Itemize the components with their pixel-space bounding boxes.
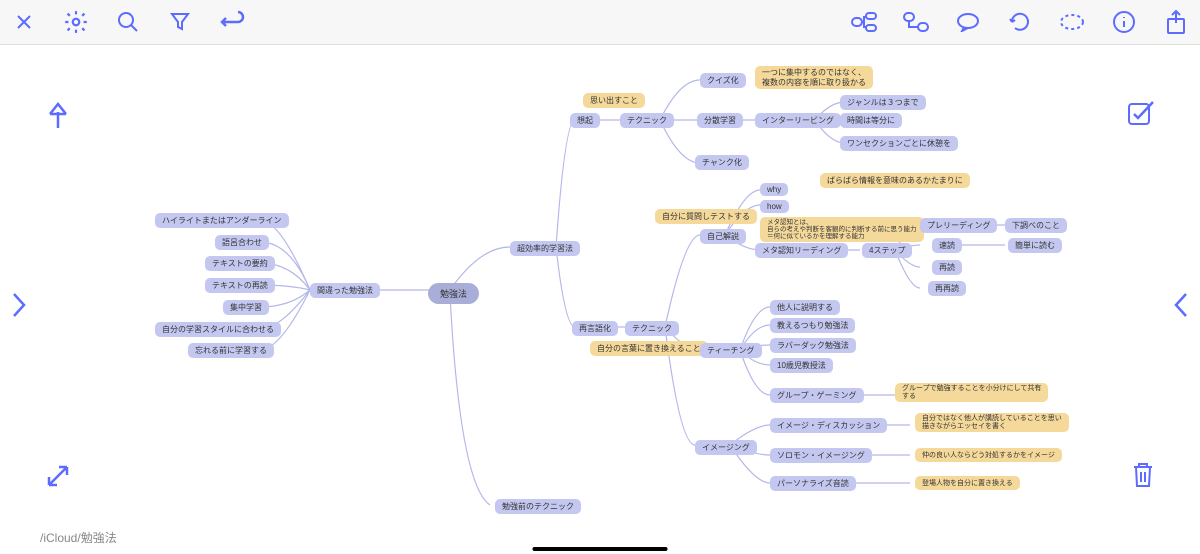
node[interactable]: ジャンルは３つまで xyxy=(840,95,926,110)
root-node[interactable]: 勉強法 xyxy=(428,283,479,304)
search-icon[interactable] xyxy=(112,6,144,38)
node[interactable]: 下調べのこと xyxy=(1005,218,1067,233)
node[interactable]: why xyxy=(760,183,788,196)
refresh-icon[interactable] xyxy=(1004,6,1036,38)
node[interactable]: ハイライトまたはアンダーライン xyxy=(155,213,289,228)
up-arrow-icon[interactable] xyxy=(45,100,71,135)
node[interactable]: 再読 xyxy=(932,260,962,275)
node[interactable]: ティーチング xyxy=(700,343,762,358)
node[interactable]: 4ステップ xyxy=(862,243,912,258)
note[interactable]: メタ認知とは、 自らの考えや判断を客観的に判断する前に思う能力 ＝何に似ているか… xyxy=(760,217,924,242)
node[interactable]: テクニック xyxy=(625,321,679,336)
node[interactable]: 超効率的学習法 xyxy=(510,241,580,256)
node[interactable]: パーソナライズ音読 xyxy=(770,476,856,491)
node[interactable]: ワンセクションごとに休憩を xyxy=(840,136,958,151)
toolbar xyxy=(0,0,1200,45)
node[interactable]: 速読 xyxy=(932,238,962,253)
note[interactable]: 自分ではなく他人が講読していることを思い 描きながらエッセイを書く xyxy=(915,413,1069,432)
note[interactable]: 自分の言葉に置き換えること xyxy=(590,341,708,356)
node[interactable]: イメージ・ディスカッション xyxy=(770,418,887,433)
prev-icon[interactable] xyxy=(1172,290,1190,325)
note[interactable]: グループで勉強することを小分けにして共有 する xyxy=(895,383,1048,402)
close-icon[interactable] xyxy=(8,6,40,38)
trash-icon[interactable] xyxy=(1131,461,1155,494)
node[interactable]: 他人に説明する xyxy=(770,300,840,315)
node[interactable]: 語呂合わせ xyxy=(215,235,269,250)
node[interactable]: テクニック xyxy=(620,113,674,128)
note[interactable]: 登場人物を自分に置き換える xyxy=(915,476,1020,490)
canvas[interactable]: 勉強法 間違った勉強法 ハイライトまたはアンダーライン 語呂合わせ テキストの要… xyxy=(0,45,1200,554)
node[interactable]: 10歳児教授法 xyxy=(770,358,833,373)
note[interactable]: ばらばら情報を意味のあるかたまりに xyxy=(820,173,970,188)
bubble-icon[interactable] xyxy=(952,6,984,38)
next-icon[interactable] xyxy=(10,290,28,325)
note[interactable]: 自分に質問しテストする xyxy=(655,209,757,224)
node[interactable]: イメージング xyxy=(695,440,757,455)
node[interactable]: 時間は等分に xyxy=(840,113,902,128)
node[interactable]: テキストの再読 xyxy=(205,278,275,293)
node[interactable]: 忘れる前に学習する xyxy=(188,343,274,358)
node[interactable]: グループ・ゲーミング xyxy=(770,388,864,403)
node[interactable]: テキストの要約 xyxy=(205,256,275,271)
note[interactable]: 思い出すこと xyxy=(583,93,645,108)
node[interactable]: 分散学習 xyxy=(697,113,743,128)
node[interactable]: 簡単に読む xyxy=(1008,238,1062,253)
undo-icon[interactable] xyxy=(216,6,248,38)
gear-icon[interactable] xyxy=(60,6,92,38)
expand-icon[interactable] xyxy=(45,463,71,494)
subnode-icon[interactable] xyxy=(900,6,932,38)
node[interactable]: ラバーダック勉強法 xyxy=(770,338,856,353)
node[interactable]: 勉強前のテクニック xyxy=(495,499,581,514)
node[interactable]: 自己解説 xyxy=(700,229,746,244)
share-icon[interactable] xyxy=(1160,6,1192,38)
node[interactable]: 自分の学習スタイルに合わせる xyxy=(155,322,281,337)
note[interactable]: 仲の良い人ならどう対処するかをイメージ xyxy=(915,448,1062,462)
node[interactable]: プレリーディング xyxy=(920,218,997,233)
connectors xyxy=(0,45,1200,554)
note[interactable]: 一つに集中するのではなく、 複数の内容を順に取り扱かる xyxy=(755,66,873,89)
node[interactable]: クイズ化 xyxy=(700,73,746,88)
node-icon[interactable] xyxy=(848,6,880,38)
info-icon[interactable] xyxy=(1108,6,1140,38)
node[interactable]: 想起 xyxy=(570,113,600,128)
node[interactable]: ソロモン・イメージング xyxy=(770,448,872,463)
node[interactable]: 再再読 xyxy=(928,281,966,296)
breadcrumb: /iCloud/勉強法 xyxy=(40,529,117,546)
node[interactable]: チャンク化 xyxy=(695,155,749,170)
node[interactable]: 集中学習 xyxy=(223,300,269,315)
node[interactable]: how xyxy=(760,200,789,213)
node[interactable]: 間違った勉強法 xyxy=(310,283,380,298)
lasso-icon[interactable] xyxy=(1056,6,1088,38)
filter-icon[interactable] xyxy=(164,6,196,38)
node[interactable]: 再言語化 xyxy=(572,321,618,336)
node[interactable]: 教えるつもり勉強法 xyxy=(770,318,855,333)
home-indicator xyxy=(533,547,668,551)
checkbox-icon[interactable] xyxy=(1127,100,1155,131)
node[interactable]: インターリービング xyxy=(755,113,841,128)
node[interactable]: メタ認知リーディング xyxy=(755,243,848,258)
